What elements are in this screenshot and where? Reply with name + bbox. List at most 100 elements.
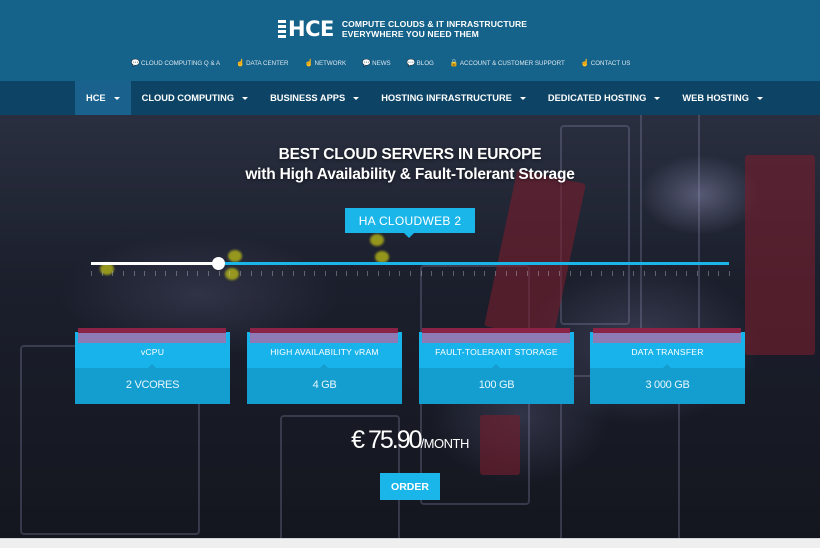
slider-tick: [207, 271, 209, 276]
utility-link-label: ACCOUNT & CUSTOMER SUPPORT: [459, 59, 565, 67]
slider-thumb[interactable]: [212, 257, 226, 270]
speech-bubble-icon: 💬: [406, 60, 416, 67]
slider-tick: [410, 271, 411, 276]
slider-tick: [654, 271, 656, 276]
slider-tick: [569, 271, 571, 276]
slider-tick: [346, 271, 348, 276]
order-button[interactable]: ORDER: [380, 473, 440, 500]
caret-down-icon: [353, 96, 360, 100]
caret-down-icon: [242, 96, 249, 100]
slider-tick: [112, 271, 114, 276]
utility-link-network[interactable]: ☝ NETWORK: [304, 59, 346, 68]
slider-tick: [463, 271, 465, 276]
slider-tick: [441, 271, 443, 276]
nav-item-business-apps[interactable]: BUSINESS APPS: [259, 81, 370, 115]
hero-title: BEST CLOUD SERVERS IN EUROPE: [278, 146, 542, 163]
slider-tick: [122, 271, 124, 276]
caret-down-icon: [756, 96, 763, 100]
hand-pointer-icon: ☝: [580, 60, 590, 67]
utility-link-blog[interactable]: 💬 BLOG: [406, 59, 434, 68]
caret-down-icon: [519, 96, 526, 100]
spec-label: DATA TRANSFER: [631, 347, 704, 357]
utility-link-contact-us[interactable]: ☝ CONTACT US: [580, 59, 631, 68]
spec-card-data-transfer: DATA TRANSFER 3 000 GB: [590, 328, 745, 404]
slider-tick: [335, 271, 337, 276]
slider-tick: [314, 271, 316, 276]
nav-item-hce[interactable]: HCE: [75, 81, 131, 115]
slider-ticks: [91, 271, 730, 277]
utility-link-label: DATA CENTER: [246, 59, 289, 67]
slider-tick: [473, 271, 475, 276]
utility-link-data-center[interactable]: ☝ DATA CENTER: [236, 59, 289, 68]
slider-tick: [324, 271, 326, 276]
nav-item-label: HCE: [86, 93, 106, 103]
spec-value: 100 GB: [478, 379, 515, 391]
main-nav-list: HCE CLOUD COMPUTING BUSINESS APPS HOSTIN…: [75, 81, 774, 115]
nav-item-label: WEB HOSTING: [682, 93, 749, 103]
slider-tick: [144, 271, 146, 276]
slider-tick: [399, 271, 401, 276]
slider-tick: [133, 271, 135, 276]
spec-value: 3 000 GB: [645, 379, 690, 391]
main-nav: HCE CLOUD COMPUTING BUSINESS APPS HOSTIN…: [0, 81, 820, 115]
slider-tick: [176, 271, 178, 276]
slider-tick: [197, 271, 199, 276]
brand[interactable]: HCE COMPUTE CLOUDS & IT INFRASTRUCTURE E…: [278, 19, 527, 40]
utility-nav: 💬 CLOUD COMPUTING Q & A ☝ DATA CENTER ☝ …: [131, 59, 631, 68]
price-period: /MONTH: [420, 436, 470, 451]
lock-icon: 🔒: [449, 60, 459, 67]
spec-label: FAULT-TOLERANT STORAGE: [435, 347, 558, 357]
slider-tick: [356, 271, 358, 276]
slider-tick: [495, 271, 497, 276]
slider-tick: [239, 271, 241, 276]
slider-tick: [729, 271, 730, 276]
nav-item-web-hosting[interactable]: WEB HOSTING: [671, 81, 774, 115]
slider-tick: [558, 271, 560, 276]
tagline: COMPUTE CLOUDS & IT INFRASTRUCTURE EVERY…: [342, 19, 527, 39]
speech-bubble-icon: 💬: [362, 60, 371, 67]
logo[interactable]: HCE: [278, 19, 334, 40]
spec-value: 2 VCORES: [125, 379, 180, 391]
slider-tick: [388, 271, 390, 276]
slider-tick: [612, 271, 614, 276]
speech-bubble-icon: 💬: [131, 60, 140, 67]
slider-fill: [91, 262, 219, 265]
slider-tick: [452, 271, 454, 276]
caret-down-icon: [113, 96, 120, 100]
slider-tick: [707, 271, 709, 276]
slider-tick: [271, 271, 273, 276]
slider-tick: [718, 271, 720, 276]
utility-link-label: BLOG: [416, 59, 434, 67]
slider-tick: [165, 271, 167, 276]
nav-item-cloud-computing[interactable]: CLOUD COMPUTING: [131, 81, 259, 115]
nav-item-label: DEDICATED HOSTING: [547, 93, 647, 103]
utility-link-label: NEWS: [372, 59, 391, 67]
slider-tick: [526, 271, 528, 276]
slider-tick: [282, 271, 284, 276]
slider-tick: [303, 271, 305, 276]
price: € 75.90/MONTH: [0, 426, 820, 455]
slider-tick: [431, 271, 433, 276]
slider-tick: [154, 271, 156, 276]
slider-tick: [505, 271, 507, 276]
nav-item-label: HOSTING INFRASTRUCTURE: [381, 93, 512, 103]
hand-pointer-icon: ☝: [236, 60, 245, 67]
slider-tick: [633, 271, 635, 276]
utility-link-news[interactable]: 💬 NEWS: [362, 59, 391, 68]
hand-pointer-icon: ☝: [304, 60, 314, 67]
nav-item-hosting-infrastructure[interactable]: HOSTING INFRASTRUCTURE: [370, 81, 537, 115]
plan-slider[interactable]: [91, 257, 730, 277]
spec-card-storage: FAULT-TOLERANT STORAGE 100 GB: [419, 328, 574, 404]
slider-tick: [537, 271, 539, 276]
utility-link-label: CONTACT US: [590, 59, 631, 67]
slider-tick: [675, 271, 677, 276]
plan-name-tooltip: HA CLOUDWEB 2: [345, 208, 475, 238]
slider-tick: [580, 271, 582, 276]
spec-value: 4 GB: [312, 379, 337, 391]
nav-item-dedicated-hosting[interactable]: DEDICATED HOSTING: [537, 81, 671, 115]
slider-tick: [101, 271, 103, 276]
utility-link-cloud-qa[interactable]: 💬 CLOUD COMPUTING Q & A: [131, 59, 220, 68]
slider-tick: [91, 271, 92, 276]
utility-link-account-support[interactable]: 🔒 ACCOUNT & CUSTOMER SUPPORT: [449, 59, 565, 68]
slider-tick: [643, 271, 645, 276]
